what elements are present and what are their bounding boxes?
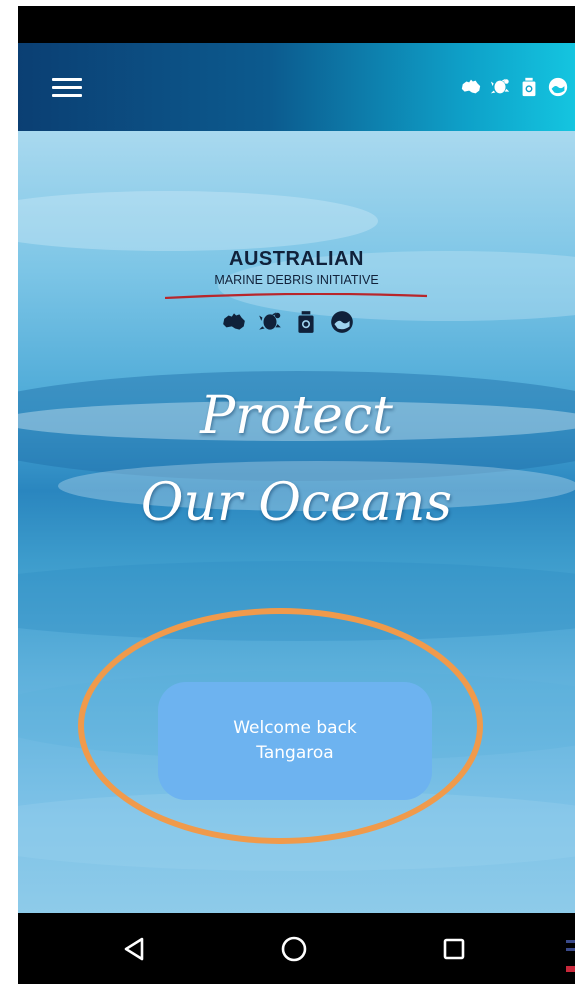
brand-subtitle: MARINE DEBRIS INITIATIVE (214, 273, 379, 287)
header-icons (460, 76, 569, 98)
australia-icon (461, 79, 481, 94)
globe-icon (331, 311, 353, 333)
globe-icon (548, 77, 568, 97)
recents-square-icon[interactable] (438, 933, 470, 965)
brand-underline (165, 293, 427, 299)
menu-button[interactable] (52, 78, 86, 100)
app-bar (18, 43, 575, 131)
brand-icons (221, 309, 355, 335)
brand-title: AUSTRALIAN (229, 248, 364, 270)
turtle-icon (259, 312, 281, 330)
edge-fragment (566, 940, 575, 972)
hamburger-line (52, 86, 82, 89)
tagline-our-oceans: Our Oceans (140, 473, 453, 533)
status-bar (18, 6, 575, 43)
australia-icon (223, 313, 245, 330)
annotation-ring (78, 608, 483, 844)
hamburger-line (52, 94, 82, 97)
back-triangle-icon[interactable] (118, 933, 150, 965)
hamburger-menu-icon (52, 78, 82, 81)
bin-icon (298, 311, 314, 333)
turtle-icon (490, 78, 510, 94)
android-nav-bar (18, 913, 575, 984)
tagline-protect: Protect (200, 386, 393, 446)
home-circle-icon[interactable] (278, 933, 310, 965)
bin-icon (522, 77, 536, 97)
